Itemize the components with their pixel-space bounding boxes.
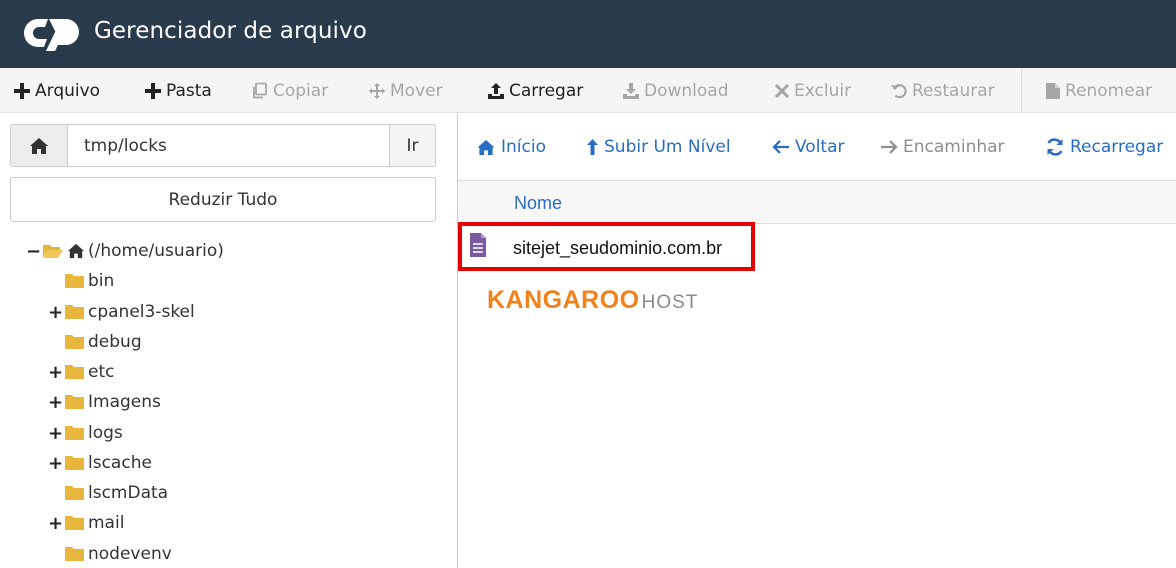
copy-button[interactable]: Copiar [251,68,328,113]
folder-icon [65,335,84,349]
folder-icon [65,395,84,409]
tree-folder[interactable]: + mail [48,508,124,538]
rename-button[interactable]: Renomear [1045,68,1152,113]
path-bar: Ir [10,124,436,167]
download-button[interactable]: Download [622,68,729,113]
upload-button[interactable]: Carregar [487,68,583,113]
home-icon [477,139,495,155]
undo-icon [891,83,907,98]
toolbar: Arquivo Pasta Copiar Mover Carregar Down… [0,68,1176,113]
tree-folder[interactable]: debug [48,327,142,357]
folder-icon [65,426,84,440]
download-icon [623,82,639,99]
tree-root[interactable]: − (/home/usuario) [26,236,224,266]
cpanel-logo[interactable] [24,15,86,56]
plus-icon [145,82,161,99]
toolbar-separator [1021,68,1022,113]
expand-toggle[interactable]: + [48,362,63,383]
arrow-left-icon [772,140,789,154]
expand-toggle[interactable]: + [48,513,63,534]
collapse-toggle[interactable]: − [26,241,41,262]
delete-button[interactable]: Excluir [774,68,851,113]
home-icon [30,137,48,154]
forward-button[interactable]: Encaminhar [880,126,1005,168]
home-nav-button[interactable]: Início [476,126,546,168]
restore-button[interactable]: Restaurar [890,68,995,113]
file-list-header: Nome [458,180,1176,224]
folder-icon [65,305,84,319]
refresh-icon [1047,138,1063,156]
folder-icon [65,486,84,500]
folder-open-icon [43,245,63,258]
folder-icon [65,516,84,530]
tree-folder[interactable]: + etc [48,357,114,387]
file-text-icon [470,233,486,257]
tree-folder[interactable]: + logs [48,418,123,448]
reload-button[interactable]: Recarregar [1045,126,1163,168]
new-file-button[interactable]: Arquivo [13,68,100,113]
kangaroo-host-logo: KANGAROO HOST [487,286,699,314]
go-button[interactable]: Ir [389,125,435,166]
expand-toggle[interactable]: + [48,392,63,413]
back-button[interactable]: Voltar [772,126,845,168]
close-icon [774,83,790,98]
plus-icon [14,82,30,99]
tree-folder[interactable]: bin [48,266,114,296]
file-row[interactable]: sitejet_seudominio.com.br [458,224,1176,270]
home-icon [68,243,84,259]
column-header-name[interactable]: Nome [514,193,562,214]
arrow-right-icon [881,140,898,154]
tree-folder[interactable]: + lscache [48,448,152,478]
folder-icon [65,547,84,561]
upload-icon [488,82,504,99]
file-icon [1046,82,1060,99]
copy-icon [253,82,267,98]
new-folder-button[interactable]: Pasta [144,68,212,113]
tree-folder[interactable]: + Imagens [48,387,161,417]
home-button[interactable] [11,125,68,166]
app-header: Gerenciador de arquivo [0,0,1176,68]
collapse-all-button[interactable]: Reduzir Tudo [10,177,436,222]
move-button[interactable]: Mover [368,68,443,113]
path-input[interactable] [69,125,390,166]
expand-toggle[interactable]: + [48,423,63,444]
folder-icon [65,274,84,288]
tree-folder[interactable]: lscmData [48,478,168,508]
expand-toggle[interactable]: + [48,453,63,474]
expand-toggle[interactable]: + [48,302,63,323]
up-one-level-button[interactable]: Subir Um Nível [586,126,731,168]
tree-folder[interactable]: nodevenv [48,539,172,568]
folder-icon [65,365,84,379]
folder-icon [65,456,84,470]
file-name[interactable]: sitejet_seudominio.com.br [513,238,722,259]
move-icon [369,82,385,99]
tree-folder[interactable]: + cpanel3-skel [48,297,195,327]
app-title: Gerenciador de arquivo [94,18,367,44]
level-up-icon [587,139,598,155]
